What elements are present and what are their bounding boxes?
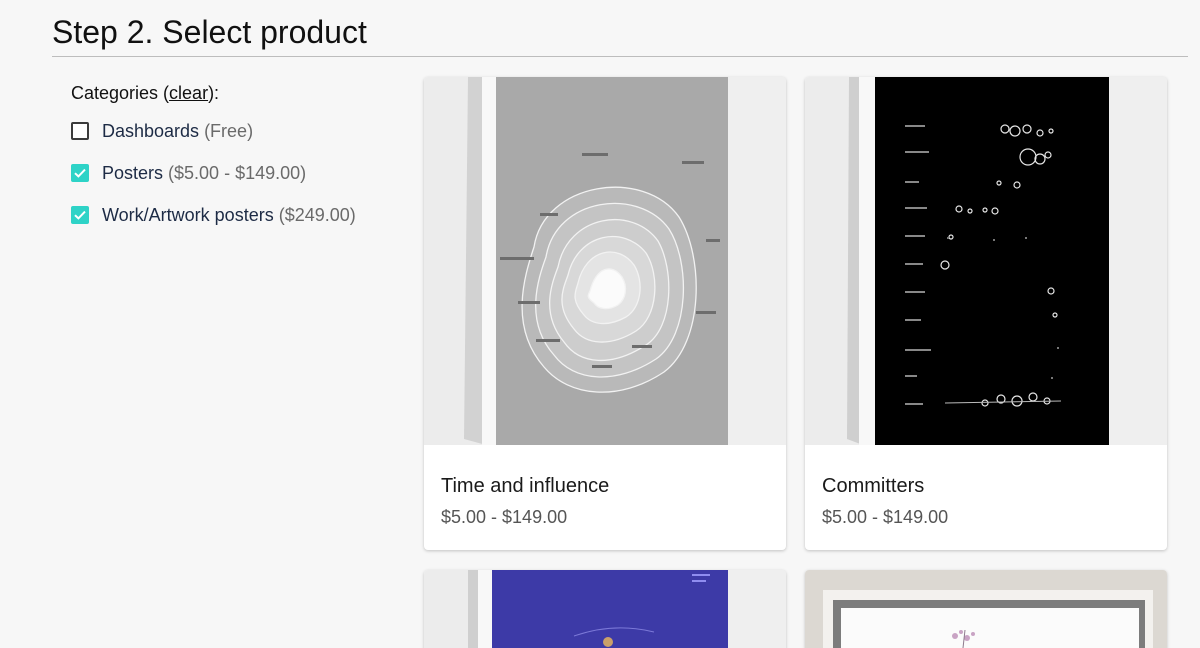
product-image — [424, 77, 786, 445]
categories-label-text: Categories ( — [71, 83, 170, 103]
categories-label: Categories (clear): — [71, 82, 401, 104]
product-card-time-and-influence[interactable]: Time and influence $5.00 - $149.00 — [424, 77, 786, 550]
posters-checkbox[interactable] — [71, 164, 89, 182]
product-price: $5.00 - $149.00 — [441, 507, 568, 527]
category-name: Posters — [102, 163, 164, 183]
product-title: Committers — [822, 475, 925, 497]
black-poster-image — [805, 77, 1167, 445]
check-icon — [74, 210, 86, 220]
category-filter: Categories (clear): Dashboards (Free) Po… — [71, 82, 401, 225]
category-price: ($249.00) — [278, 205, 356, 225]
product-price: $5.00 - $149.00 — [822, 507, 949, 527]
product-card-committers[interactable]: Committers $5.00 - $149.00 — [805, 77, 1167, 550]
page-title: Step 2. Select product — [52, 14, 367, 50]
clear-categories-link[interactable]: clear — [169, 83, 208, 103]
category-name: Work/Artwork posters — [102, 205, 274, 225]
category-price: ($5.00 - $149.00) — [168, 163, 307, 183]
purple-poster-image — [424, 570, 786, 648]
category-price: (Free) — [204, 121, 254, 141]
heading-divider — [52, 56, 1188, 57]
category-item-artwork-posters[interactable]: Work/Artwork posters ($249.00) — [71, 204, 356, 226]
category-name: Dashboards — [102, 121, 200, 141]
dashboards-checkbox[interactable] — [71, 122, 89, 140]
artwork-posters-checkbox[interactable] — [71, 206, 89, 224]
gray-poster-image — [424, 77, 786, 445]
product-card-4[interactable] — [805, 570, 1167, 648]
page: Step 2. Select product Categories (clear… — [0, 0, 1200, 648]
check-icon — [74, 168, 86, 178]
product-title: Time and influence — [441, 475, 610, 497]
framed-artwork-image — [805, 570, 1167, 648]
category-item-posters[interactable]: Posters ($5.00 - $149.00) — [71, 162, 306, 184]
category-item-dashboards[interactable]: Dashboards (Free) — [71, 120, 253, 142]
product-image — [805, 77, 1167, 445]
product-card-3[interactable] — [424, 570, 786, 648]
categories-label-suffix: ): — [208, 83, 220, 103]
